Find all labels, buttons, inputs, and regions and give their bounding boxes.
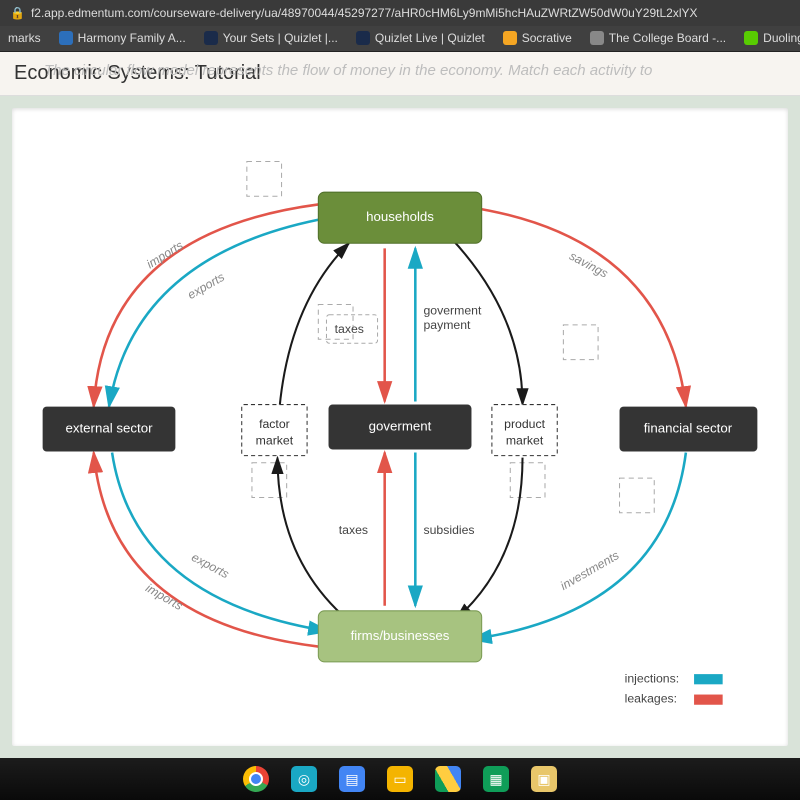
drop-target[interactable] — [252, 463, 287, 498]
node-factor-label2: market — [256, 434, 294, 448]
legend-injections-label: injections: — [625, 671, 679, 685]
bookmark-icon — [356, 31, 370, 45]
drop-target[interactable] — [620, 478, 655, 513]
bookmarks-bar: marks Harmony Family A... Your Sets | Qu… — [0, 26, 800, 52]
arrow-savings — [471, 207, 685, 406]
label-gov-payment-1: goverment — [423, 304, 481, 318]
diagram-area: imports exports savings taxes goverment … — [0, 96, 800, 758]
arrow-firms-to-factor — [277, 458, 348, 621]
bookmark-marks[interactable]: marks — [8, 31, 41, 45]
node-firms-label: firms/businesses — [351, 628, 450, 643]
taskbar: ◎ ▤ ▭ ▦ ▣ — [0, 758, 800, 800]
bookmark-quizlet-live[interactable]: Quizlet Live | Quizlet — [356, 31, 485, 45]
bookmark-icon — [590, 31, 604, 45]
taskbar-drive-icon[interactable] — [435, 766, 461, 792]
taskbar-classroom-icon[interactable]: ▣ — [531, 766, 557, 792]
taskbar-slides-icon[interactable]: ▭ — [387, 766, 413, 792]
drop-target[interactable] — [247, 162, 282, 197]
legend-injections-swatch — [694, 674, 723, 684]
taskbar-docs-icon[interactable]: ▤ — [339, 766, 365, 792]
url-text: f2.app.edmentum.com/courseware-delivery/… — [31, 6, 698, 20]
arrow-product-to-firms — [456, 458, 522, 619]
arrow-exports-bot — [112, 453, 328, 632]
label-subsidies: subsidies — [423, 523, 474, 537]
bookmark-icon — [204, 31, 218, 45]
node-households-label: households — [366, 209, 434, 224]
node-product-label2: market — [506, 434, 544, 448]
label-gov-payment-2: payment — [423, 318, 471, 332]
ghost-instruction: The circular flow model represents the f… — [44, 62, 652, 79]
legend-leakages-label: leakages: — [625, 692, 677, 706]
arrow-exports-top — [109, 218, 329, 407]
node-external-label: external sector — [65, 421, 153, 436]
label-taxes-down: taxes — [339, 523, 368, 537]
bookmark-icon — [59, 31, 73, 45]
bookmark-collegeboard[interactable]: The College Board -... — [590, 31, 726, 45]
bookmark-duolingo[interactable]: Duoling — [744, 31, 800, 45]
bookmark-icon — [503, 31, 517, 45]
bookmark-quizlet-sets[interactable]: Your Sets | Quizlet |... — [204, 31, 338, 45]
drop-target[interactable] — [563, 325, 598, 360]
circular-flow-diagram[interactable]: imports exports savings taxes goverment … — [12, 108, 788, 746]
bookmark-icon — [744, 31, 758, 45]
label-exports-bot: exports — [189, 550, 231, 581]
taskbar-chrome-icon[interactable] — [243, 766, 269, 792]
diagram-svg: imports exports savings taxes goverment … — [12, 108, 788, 746]
node-financial-label: financial sector — [644, 421, 733, 436]
label-imports-bot: imports — [143, 581, 185, 613]
label-savings: savings — [567, 249, 610, 281]
bookmark-harmony[interactable]: Harmony Family A... — [59, 31, 186, 45]
drop-target[interactable] — [510, 463, 545, 498]
arrow-imports-bot — [94, 453, 319, 647]
node-government-label: goverment — [369, 418, 432, 433]
page-header: The circular flow model represents the f… — [0, 52, 800, 96]
label-taxes-up: taxes — [335, 322, 364, 336]
node-factor-label1: factor — [259, 417, 290, 431]
address-bar[interactable]: 🔒 f2.app.edmentum.com/courseware-deliver… — [0, 0, 800, 26]
label-exports-top: exports — [185, 270, 227, 302]
legend-leakages-swatch — [694, 695, 723, 705]
node-product-label1: product — [504, 417, 545, 431]
taskbar-sheets-icon[interactable]: ▦ — [483, 766, 509, 792]
bookmark-socrative[interactable]: Socrative — [503, 31, 572, 45]
lock-icon: 🔒 — [10, 6, 25, 20]
taskbar-edmentum-icon[interactable]: ◎ — [291, 766, 317, 792]
label-imports-top: imports — [144, 238, 185, 271]
